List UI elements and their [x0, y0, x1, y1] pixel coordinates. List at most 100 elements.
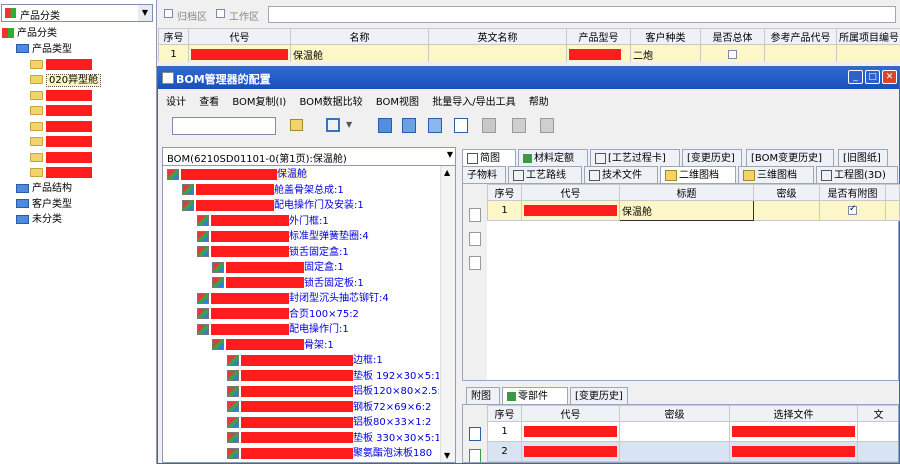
bom-tree-node[interactable]: 保温舱 [163, 167, 439, 183]
bom-tree-node[interactable]: 垫板 192×30×5:1 [163, 369, 439, 385]
menu-bom-view[interactable]: BOM视图 [376, 97, 419, 108]
is-overall-checkbox[interactable] [728, 49, 737, 59]
bom-tree-node[interactable]: 外门框:1 [163, 214, 439, 230]
workspace-checkbox[interactable] [216, 9, 225, 18]
tree-item[interactable]: 客户类型 [2, 197, 101, 213]
bom-tree-node[interactable]: 聚氨酯泡沫板180 [163, 446, 439, 461]
bom-tree-node[interactable]: 铝板80×33×1:2 [163, 415, 439, 431]
tree-item[interactable] [2, 104, 101, 120]
tab-3d-drawings[interactable]: 三维图档 [738, 166, 814, 183]
bom-tree-node[interactable]: 合页100×75:2 [163, 307, 439, 323]
tab-process-card[interactable]: [工艺过程卡] [590, 149, 680, 166]
table-row[interactable]: 1 保温舱 [487, 200, 900, 221]
chevron-down-icon[interactable]: ▼ [138, 5, 152, 21]
add-file-icon[interactable] [469, 449, 481, 462]
bom-tree-node[interactable]: 铝板120×80×2.5:1 [163, 384, 439, 400]
table-row[interactable]: 1 [487, 421, 898, 442]
tree-item[interactable]: 产品结构 [2, 181, 101, 197]
col-name[interactable]: 名称 [290, 28, 429, 45]
col-seq[interactable]: 序号 [158, 28, 189, 45]
config-icon[interactable] [326, 118, 340, 132]
tree-item[interactable] [2, 57, 101, 73]
menu-bom-copy[interactable]: BOM复制(I) [232, 97, 286, 108]
tab-material-quota[interactable]: 材料定额 [518, 149, 588, 166]
g1-row-title[interactable]: 保温舱 [619, 200, 754, 221]
tab-sketch[interactable]: 简图 [462, 149, 516, 166]
col-ref-code[interactable]: 参考产品代号 [764, 28, 837, 45]
col-project-no[interactable]: 所属项目编号 [836, 28, 900, 45]
tab-2d-drawings[interactable]: 二维图档 [660, 166, 736, 183]
menu-bom-compare[interactable]: BOM数据比较 [300, 97, 363, 108]
config-dropdown-icon[interactable]: ▼ [346, 120, 352, 129]
tree-item[interactable] [2, 150, 101, 166]
tab-bom-change-history[interactable]: [BOM变更历史] [746, 149, 834, 166]
scroll-down-icon[interactable]: ▼ [444, 451, 450, 460]
g1-col-seq[interactable]: 序号 [487, 184, 522, 201]
copy-icon[interactable] [378, 118, 392, 133]
tree-item[interactable]: 产品分类 [2, 26, 101, 42]
g2-col-file[interactable]: 选择文件 [729, 405, 858, 422]
export-icon[interactable] [512, 118, 526, 133]
g2-row-file-redacted[interactable] [729, 421, 858, 442]
cut-icon[interactable] [482, 118, 496, 133]
maximize-icon[interactable]: □ [865, 70, 880, 84]
g2-col-secret[interactable]: 密级 [619, 405, 730, 422]
tree-item[interactable] [2, 166, 101, 182]
archive-checkbox[interactable] [164, 9, 173, 18]
menu-view[interactable]: 查看 [199, 97, 219, 108]
tab-process-route[interactable]: 工艺路线 [508, 166, 582, 183]
search-input[interactable] [268, 6, 896, 23]
tab-sub-materials[interactable]: 子物料 [462, 166, 506, 183]
bom-tree-node[interactable]: 垫板 330×30×5:1 [163, 431, 439, 447]
open-folder-icon[interactable] [290, 119, 303, 131]
tab-old-drawings[interactable]: [旧图纸] [838, 149, 888, 166]
g2-col-seq[interactable]: 序号 [487, 405, 522, 422]
row-is-overall[interactable] [700, 44, 765, 62]
tab-bottom-change-history[interactable]: [变更历史] [570, 387, 628, 404]
import-icon[interactable] [540, 118, 554, 133]
bom-tree-node[interactable]: 配电操作门及安装:1 [163, 198, 439, 214]
g1-col-code[interactable]: 代号 [521, 184, 620, 201]
bom-tree-node[interactable]: 配电操作门:1 [163, 322, 439, 338]
table-row[interactable]: 1 保温舱 二炮 [158, 44, 900, 62]
dialog-titlebar[interactable]: BOM管理器的配置 _ □ ✕ [158, 67, 899, 89]
new-doc-icon[interactable] [469, 208, 481, 222]
bom-tree-node[interactable]: 固定盒:1 [163, 260, 439, 276]
menu-help[interactable]: 帮助 [529, 97, 549, 108]
has-attach-checkbox[interactable] [848, 205, 857, 215]
menu-design[interactable]: 设计 [166, 97, 186, 108]
tree-item[interactable]: 产品类型 [2, 42, 101, 58]
tab-attached-drawings[interactable]: 附图 [466, 387, 500, 404]
g1-row-has-attach[interactable] [819, 200, 886, 221]
g1-col-title[interactable]: 标题 [619, 184, 754, 201]
tab-tech-docs[interactable]: 技术文件 [584, 166, 658, 183]
g1-col-has-attach[interactable]: 是否有附图 [819, 184, 886, 201]
category-dropdown[interactable]: 产品分类 ▼ [1, 4, 153, 22]
g2-col-code[interactable]: 代号 [521, 405, 620, 422]
scroll-up-icon[interactable]: ▲ [444, 168, 450, 177]
bom-tree-node[interactable]: 封闭型沉头抽芯铆钉:4 [163, 291, 439, 307]
chevron-down-icon[interactable]: ▼ [447, 150, 453, 159]
col-model[interactable]: 产品型号 [566, 28, 631, 45]
table-row[interactable]: 2 [487, 441, 898, 462]
bom-tree-node[interactable]: 标准型弹簧垫圈:4 [163, 229, 439, 245]
bom-tree-node[interactable]: 边框:1 [163, 353, 439, 369]
bom-tree-scrollbar[interactable]: ▲ ▼ [440, 166, 455, 462]
col-english-name[interactable]: 英文名称 [428, 28, 567, 45]
g1-col-secret[interactable]: 密级 [753, 184, 820, 201]
col-customer[interactable]: 客户种类 [630, 28, 701, 45]
col-code[interactable]: 代号 [188, 28, 291, 45]
col-is-overall[interactable]: 是否总体 [700, 28, 765, 45]
menu-batch-import-export[interactable]: 批量导入/导出工具 [432, 97, 515, 108]
delete-doc-icon[interactable] [469, 256, 481, 270]
g2-row-file-redacted[interactable] [729, 441, 858, 462]
bom-tree-node[interactable]: 锁舌固定板:1 [163, 276, 439, 292]
tab-change-history[interactable]: [变更历史] [682, 149, 742, 166]
edit-doc-icon[interactable] [469, 232, 481, 246]
tree-item[interactable]: 020异型舱 [2, 73, 102, 89]
bom-tree-node[interactable]: 舱盖骨架总成:1 [163, 183, 439, 199]
new-file-icon[interactable] [469, 427, 481, 441]
tree-item[interactable] [2, 119, 101, 135]
paste-icon[interactable] [428, 118, 442, 133]
paste-special-icon[interactable] [454, 118, 468, 133]
